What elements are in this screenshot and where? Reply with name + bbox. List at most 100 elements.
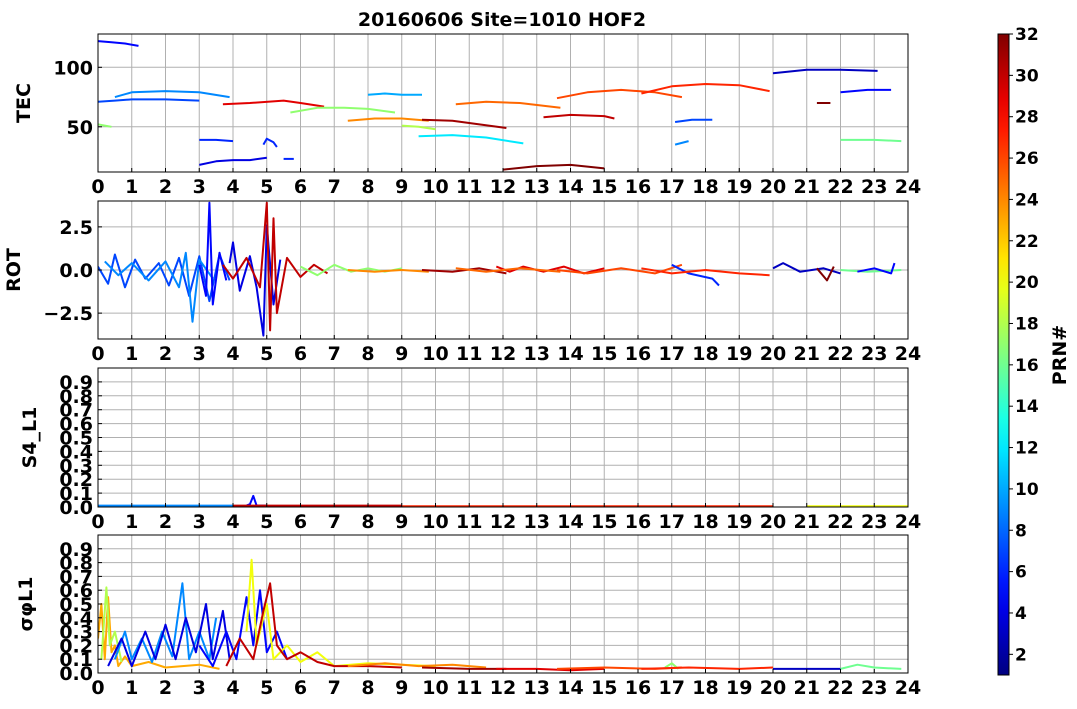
panel-tec: 0 1 2 3 4 5 6 7 8 9 10 11 12 13 14 15 16 17 18 19 20 21 22 23 24… [13,33,921,198]
x-tick-label: 2 [159,677,172,699]
x-tick-label: 0 [91,511,104,533]
series-line-prn-29 [222,99,325,108]
x-tick-label: 5 [260,343,273,365]
x-tick-label: 18 [692,677,718,699]
x-tick-label: 23 [861,511,887,533]
colorbar-tick-label: 4 [1015,604,1027,624]
x-tick-label: 8 [361,176,374,198]
x-tick-label: 9 [395,343,408,365]
x-tick-label: 6 [294,176,307,198]
x-tick-label: 18 [692,511,718,533]
series-group [98,201,902,337]
series-line-prn-3 [772,68,878,75]
x-tick-label: 19 [726,511,752,533]
figure-title: 20160606 Site=1010 HOF2 [358,9,646,31]
colorbar-tick-label: 18 [1015,314,1039,334]
x-tick-label: 3 [193,677,206,699]
y-tick-label: 100 [53,57,93,79]
y-tick-label: 0.9 [59,372,93,394]
x-tick-label: 16 [625,677,651,699]
x-tick-label: 11 [456,677,482,699]
colorbar: PRN# 2468101214161820222426283032 [997,25,1071,676]
x-tick-label: 15 [591,343,617,365]
panel-sigma-phi: 0 1 2 3 4 5 6 7 8 9 10 11 12 13 14 15 16 17 18 19 20 21 22 23 24… [15,534,921,699]
panel-rot: 0 1 2 3 4 5 6 7 8 9 10 11 12 13 14 15 16 17 18 19 20 21 22 23 24… [3,200,921,365]
y-axis-label: S4_L1 [19,407,41,469]
colorbar-tick-label: 10 [1015,480,1039,500]
x-tick-label: 21 [794,343,820,365]
series-line-prn-24 [347,117,429,122]
y-axis-label: ROT [3,248,25,292]
x-tick-label: 21 [794,176,820,198]
colorbar-tick-label: 14 [1015,397,1039,417]
x-tick-label: 1 [125,511,138,533]
colorbar-tick-label: 16 [1015,356,1039,376]
x-tick-label: 20 [760,511,786,533]
x-tick-label: 12 [490,176,516,198]
x-tick-label: 13 [524,343,550,365]
x-tick-label: 12 [490,677,516,699]
series-line-prn-5 [840,88,892,94]
x-tick-label: 13 [524,176,550,198]
x-tick-label: 4 [226,176,239,198]
colorbar-tick-label: 30 [1015,66,1039,86]
colorbar-tick-label: 32 [1015,25,1039,45]
series-line-prn-5 [98,40,139,47]
x-tick-label: 13 [524,677,550,699]
colorbar-gradient [997,33,1010,676]
x-tick-label: 9 [395,176,408,198]
x-tick-label: 3 [193,511,206,533]
series-line-prn-29 [496,667,605,672]
series-line-prn-10 [367,92,422,96]
series-line-prn-7 [98,253,231,303]
series-line-prn-18 [401,124,436,131]
x-tick-label: 9 [395,677,408,699]
colorbar-tick-label: 22 [1015,232,1039,252]
x-tick-label: 3 [193,343,206,365]
x-tick-label: 22 [827,511,853,533]
series-line-prn-30 [222,201,329,332]
colorbar-tick-label: 20 [1015,273,1039,293]
x-tick-label: 8 [361,511,374,533]
x-tick-label: 2 [159,511,172,533]
x-tick-label: 11 [456,176,482,198]
series-line-prn-7 [98,98,200,103]
series-line-prn-20 [245,558,436,668]
x-tick-label: 14 [557,343,583,365]
x-tick-label: 16 [625,176,651,198]
x-tick-label: 17 [659,677,685,699]
colorbar-tick-label: 26 [1015,149,1039,169]
colorbar-tick-label: 24 [1015,190,1039,210]
series-line-prn-32 [502,163,605,171]
colorbar-label: PRN# [1049,325,1071,385]
colorbar-tick-label: 2 [1015,645,1027,665]
x-tick-label: 24 [895,343,921,365]
x-tick-label: 9 [395,511,408,533]
x-tick-label: 10 [422,343,448,365]
x-tick-label: 16 [625,511,651,533]
x-tick-label: 24 [895,511,921,533]
x-tick-label: 3 [193,176,206,198]
x-tick-label: 14 [557,176,583,198]
series-line-prn-17 [290,106,396,114]
series-line-prn-5 [198,201,228,306]
y-tick-label: 0.9 [59,539,93,561]
x-tick-label: 17 [659,343,685,365]
x-tick-label: 17 [659,511,685,533]
y-axis-label: TEC [13,83,35,123]
x-tick-label: 20 [760,343,786,365]
x-tick-label: 19 [726,343,752,365]
x-tick-label: 8 [361,343,374,365]
x-tick-label: 11 [456,511,482,533]
y-tick-label: 50 [67,117,93,139]
x-tick-label: 0 [91,343,104,365]
series-line-prn-6 [671,263,720,287]
series-line-prn-16 [840,138,902,143]
x-tick-label: 22 [827,677,853,699]
series-line-prn-7 [674,118,713,123]
figure: 20160606 Site=1010 HOF2 0 1 2 3 4 5 6 7 8 9 10 11 12… [3,9,1071,699]
x-tick-label: 7 [328,511,341,533]
x-tick-label: 19 [726,176,752,198]
grid [97,535,909,674]
x-tick-label: 20 [760,176,786,198]
